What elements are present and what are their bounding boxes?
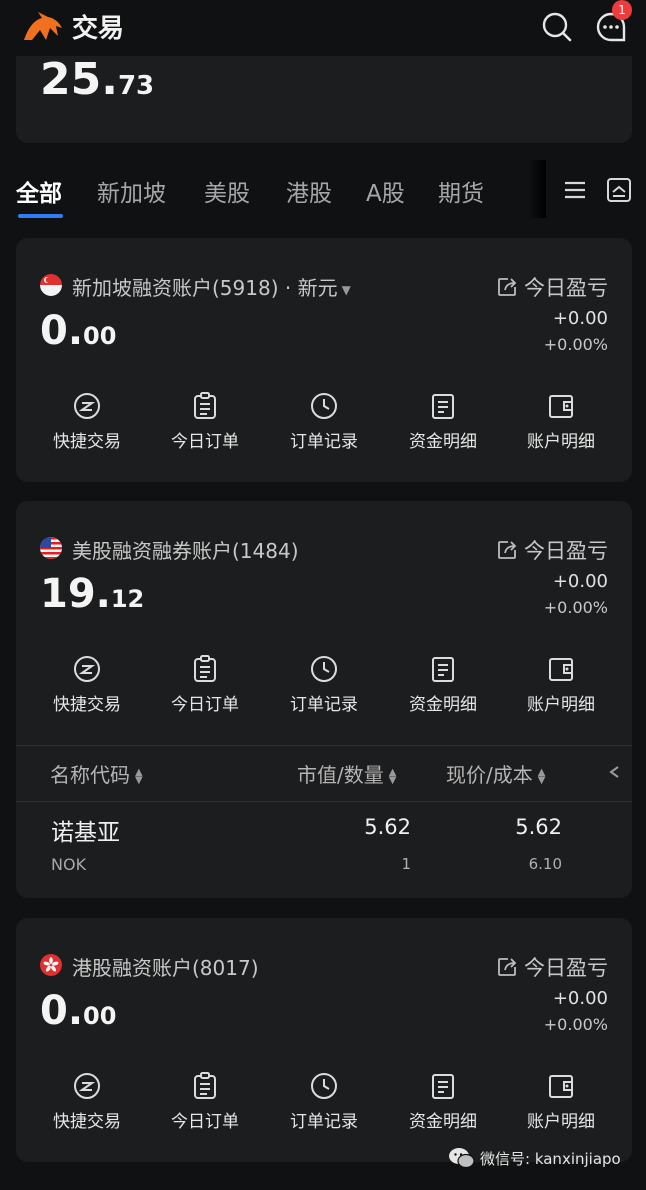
today-orders-button[interactable]: 今日订单 (150, 654, 260, 715)
column-header-price[interactable]: 现价/成本 ▲ ▼ (446, 759, 545, 788)
chevron-down-icon[interactable]: ▼ (342, 283, 351, 297)
share-icon (498, 278, 517, 296)
account-card-hk[interactable]: 港股融资账户(8017) 今日盈亏 0.00 +0.00 +0.00% 快捷交易… (16, 918, 632, 1162)
today-pnl-link[interactable]: 今日盈亏 (496, 272, 608, 302)
today-orders-button[interactable]: 今日订单 (150, 391, 260, 452)
tab-all[interactable]: 全部 (16, 174, 62, 208)
document-icon (432, 657, 454, 682)
share-icon (498, 958, 517, 976)
stock-code: NOK (51, 855, 87, 874)
quick-trade-button[interactable]: 快捷交易 (32, 654, 142, 715)
menu-icon[interactable] (562, 177, 588, 203)
divider (16, 745, 632, 746)
top-bar: 交易 1 (0, 0, 646, 56)
account-actions: 快捷交易 今日订单 订单记录 资金明细 账户明细 (16, 391, 632, 461)
tab-futures[interactable]: 期货 (438, 174, 484, 208)
account-details-button[interactable]: 账户明细 (506, 391, 616, 452)
collapse-icon[interactable] (606, 177, 632, 203)
sort-icon: ▲ ▼ (135, 766, 143, 786)
tab-a-shares[interactable]: A股 (366, 174, 405, 208)
tab-singapore[interactable]: 新加坡 (97, 174, 166, 208)
clock-icon (311, 656, 337, 682)
wechat-icon (449, 1148, 475, 1169)
account-card-sg[interactable]: 新加坡融资账户(5918) · 新元 ▼ 今日盈亏 0.00 +0.00 +0.0… (16, 238, 632, 482)
account-name[interactable]: 新加坡融资账户(5918) · 新元 ▼ (72, 272, 351, 301)
order-history-button[interactable]: 订单记录 (269, 654, 379, 715)
clipboard-icon (194, 1072, 216, 1099)
quick-trade-button[interactable]: 快捷交易 (32, 1071, 142, 1132)
search-icon[interactable] (540, 10, 574, 44)
wallet-icon (549, 658, 573, 681)
account-name[interactable]: 美股融资融券账户(1484) (72, 535, 299, 564)
wechat-watermark: 微信号: kanxinjiapo (448, 1146, 621, 1174)
clock-icon (311, 393, 337, 419)
hk-flag-icon (40, 954, 62, 976)
divider (16, 801, 632, 802)
account-value: 0.00 (40, 988, 117, 1034)
tab-us-stocks[interactable]: 美股 (204, 174, 250, 208)
account-actions: 快捷交易 今日订单 订单记录 资金明细 账户明细 (16, 1071, 632, 1141)
quick-trade-icon (74, 1073, 100, 1099)
order-history-button[interactable]: 订单记录 (269, 391, 379, 452)
wallet-icon (549, 395, 573, 418)
pnl-percent: +0.00% (543, 598, 608, 617)
fund-details-button[interactable]: 资金明细 (388, 1071, 498, 1132)
page-title: 交易 (72, 14, 125, 44)
quick-trade-icon (74, 393, 100, 419)
document-icon (432, 1074, 454, 1099)
tab-hk-stocks[interactable]: 港股 (286, 174, 332, 208)
tab-scroll-fade (528, 160, 546, 218)
today-orders-button[interactable]: 今日订单 (150, 1071, 260, 1132)
market-tabs: 全部 新加坡 美股 港股 A股 期货 (0, 160, 646, 220)
share-icon (498, 541, 517, 559)
pnl-percent: +0.00% (543, 335, 608, 354)
clock-icon (311, 1073, 337, 1099)
pnl-amount: +0.00 (552, 308, 608, 329)
pnl-amount: +0.00 (552, 988, 608, 1009)
us-flag-icon (40, 537, 62, 559)
app-logo-icon (24, 12, 62, 40)
clipboard-icon (194, 655, 216, 682)
fund-details-button[interactable]: 资金明细 (388, 391, 498, 452)
today-pnl-link[interactable]: 今日盈亏 (496, 952, 608, 982)
column-header-name[interactable]: 名称代码 ▲ ▼ (50, 759, 143, 788)
notification-badge: 1 (612, 0, 632, 20)
quick-trade-button[interactable]: 快捷交易 (32, 391, 142, 452)
clipboard-icon (194, 392, 216, 419)
stock-name: 诺基亚 (51, 820, 120, 846)
sort-icon: ▲ ▼ (388, 766, 397, 786)
scroll-right-icon[interactable] (608, 765, 620, 779)
market-value: 5.62 (364, 815, 411, 839)
current-price: 5.62 (515, 815, 562, 839)
account-name[interactable]: 港股融资账户(8017) (72, 952, 259, 981)
account-value: 19.12 (40, 571, 145, 617)
account-actions: 快捷交易 今日订单 订单记录 资金明细 账户明细 (16, 654, 632, 724)
order-history-button[interactable]: 订单记录 (269, 1071, 379, 1132)
quantity: 1 (401, 855, 411, 873)
cost-price: 6.10 (528, 855, 562, 873)
quick-trade-icon (74, 656, 100, 682)
fund-details-button[interactable]: 资金明细 (388, 654, 498, 715)
today-pnl-link[interactable]: 今日盈亏 (496, 535, 608, 565)
sort-icon: ▲ ▼ (537, 766, 546, 786)
account-value: 0.00 (40, 308, 117, 354)
total-assets-value: 25.73 (40, 54, 155, 105)
account-card-us[interactable]: 美股融资融券账户(1484) 今日盈亏 19.12 +0.00 +0.00% 快… (16, 501, 632, 898)
account-details-button[interactable]: 账户明细 (506, 1071, 616, 1132)
sg-flag-icon (40, 274, 62, 296)
pnl-percent: +0.00% (543, 1015, 608, 1034)
wallet-icon (549, 1075, 573, 1098)
column-header-market-value[interactable]: 市值/数量 ▲ ▼ (297, 759, 396, 788)
pnl-amount: +0.00 (552, 571, 608, 592)
account-details-button[interactable]: 账户明细 (506, 654, 616, 715)
document-icon (432, 394, 454, 419)
active-tab-indicator (18, 214, 63, 218)
